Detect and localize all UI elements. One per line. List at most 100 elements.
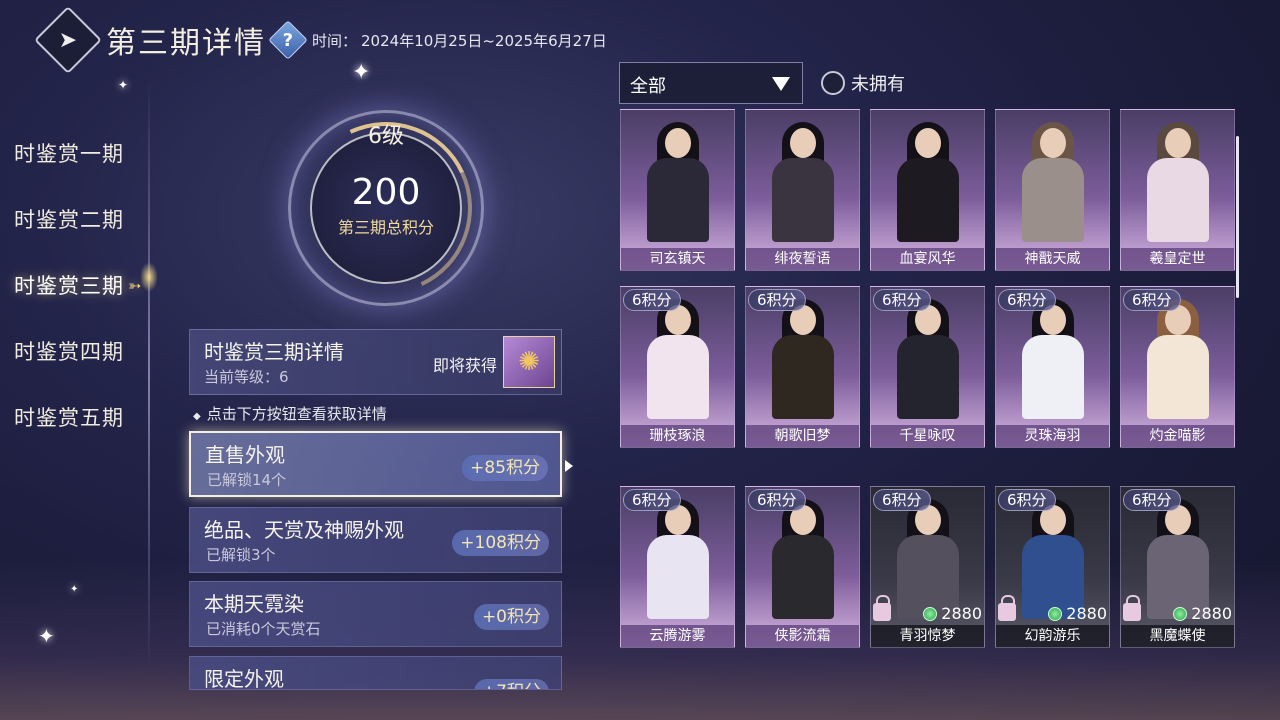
- jade-coin-icon: [923, 606, 938, 621]
- score-value: 200: [351, 172, 421, 213]
- points-badge: 6积分: [873, 489, 931, 511]
- period-detail-card[interactable]: 时鉴赏三期详情 当前等级：6 即将获得 ✺: [189, 329, 562, 395]
- outfit-name: 珊枝琢浪: [621, 425, 734, 447]
- outfit-name: 羲皇定世: [1121, 248, 1234, 270]
- character-portrait: [1016, 299, 1091, 419]
- sidebar-item-period-1[interactable]: 时鉴赏一期: [14, 120, 154, 186]
- outfit-name: 绯夜誓语: [746, 248, 859, 270]
- category-direct-sale[interactable]: 直售外观 已解锁14个 +85积分: [189, 431, 562, 497]
- jade-coin-icon: [1173, 606, 1188, 621]
- category-title: 本期天霓染: [204, 592, 304, 616]
- character-portrait: [1141, 122, 1216, 242]
- header: ➤ 第三期详情 ? 时间： 2024年10月25日~2025年6月27日: [34, 6, 607, 74]
- outfit-card[interactable]: 血宴风华: [870, 109, 985, 271]
- category-sub: 已消耗0个天赏石: [206, 620, 321, 638]
- points-badge: 6积分: [998, 289, 1056, 311]
- outfit-card[interactable]: 司玄镇天: [620, 109, 735, 271]
- outfit-name: 朝歌旧梦: [746, 425, 859, 447]
- outfit-card[interactable]: 6积分 灼金喵影: [1120, 286, 1235, 448]
- active-marker-icon: ➳: [128, 275, 143, 295]
- outfit-card[interactable]: 6积分 2880 黑魔蝶使: [1120, 486, 1235, 648]
- character-portrait: [1141, 299, 1216, 419]
- level-text: 6级: [368, 124, 404, 149]
- diamond-bullet-icon: ◆: [193, 411, 201, 422]
- radio-button[interactable]: [821, 71, 845, 95]
- outfit-name: 幻韵游乐: [996, 625, 1109, 647]
- outfit-card[interactable]: 羲皇定世: [1120, 109, 1235, 271]
- lock-icon: [998, 595, 1016, 621]
- outfit-name: 司玄镇天: [621, 248, 734, 270]
- outfit-card[interactable]: 6积分 2880 青羽惊梦: [870, 486, 985, 648]
- sidebar-item-period-3[interactable]: 时鉴赏三期 ➳: [14, 252, 154, 318]
- outfit-card[interactable]: 6积分 珊枝琢浪: [620, 286, 735, 448]
- back-button[interactable]: ➤: [34, 6, 102, 74]
- grid-scrollbar[interactable]: [1236, 136, 1239, 298]
- character-portrait: [1016, 122, 1091, 242]
- category-points: +85积分: [462, 455, 548, 481]
- outfit-name: 云腾游雾: [621, 625, 734, 647]
- category-premium[interactable]: 绝品、天赏及神赐外观 已解锁3个 +108积分: [189, 507, 562, 573]
- points-badge: 6积分: [873, 289, 931, 311]
- filter-value: 全部: [630, 76, 666, 97]
- sidebar-item-period-2[interactable]: 时鉴赏二期: [14, 186, 154, 252]
- unowned-toggle[interactable]: 未拥有: [821, 70, 905, 96]
- character-portrait: [766, 299, 841, 419]
- category-points: +0积分: [473, 604, 549, 630]
- character-portrait: [766, 122, 841, 242]
- outfit-card[interactable]: 绯夜誓语: [745, 109, 860, 271]
- category-limited[interactable]: 限定外观 +7积分: [189, 656, 562, 690]
- page-title: 第三期详情: [106, 26, 266, 61]
- outfit-grid: 司玄镇天 绯夜誓语 血宴风华 神戬天威 羲皇定世 6积分 珊枝琢浪 6积分 朝歌…: [619, 108, 1237, 690]
- category-points: +7积分: [473, 679, 549, 689]
- outfit-card[interactable]: 6积分 云腾游雾: [620, 486, 735, 648]
- character-portrait: [891, 122, 966, 242]
- soon-label: 即将获得: [432, 356, 497, 375]
- points-badge: 6积分: [1123, 289, 1181, 311]
- character-portrait: [1141, 499, 1216, 619]
- detail-title: 时鉴赏三期详情: [204, 340, 344, 364]
- filter-dropdown[interactable]: 全部: [619, 62, 803, 104]
- outfit-card[interactable]: 6积分 千星咏叹: [870, 286, 985, 448]
- reward-thumbnail[interactable]: ✺: [503, 336, 555, 388]
- sidebar-item-period-5[interactable]: 时鉴赏五期: [14, 384, 154, 450]
- lock-icon: [873, 595, 891, 621]
- hint-text: ◆ 点击下方按钮查看获取详情: [193, 405, 387, 423]
- outfit-name: 侠影流霜: [746, 625, 859, 647]
- outfit-name: 黑魔蝶使: [1121, 625, 1234, 647]
- help-icon[interactable]: ?: [268, 20, 308, 60]
- sparkle-icon: ✦: [38, 624, 55, 648]
- outfit-card[interactable]: 6积分 灵珠海羽: [995, 286, 1110, 448]
- character-portrait: [766, 499, 841, 619]
- detail-level: 当前等级：6: [204, 368, 289, 386]
- outfit-card[interactable]: 神戬天威: [995, 109, 1110, 271]
- price-tag: 2880: [1173, 604, 1232, 623]
- sparkle-icon: ✦: [70, 584, 79, 595]
- points-badge: 6积分: [623, 489, 681, 511]
- back-arrow-icon: ➤: [58, 27, 78, 53]
- outfit-name: 血宴风华: [871, 248, 984, 270]
- outfit-card[interactable]: 6积分 侠影流霜: [745, 486, 860, 648]
- points-badge: 6积分: [748, 289, 806, 311]
- outfit-card[interactable]: 6积分 朝歌旧梦: [745, 286, 860, 448]
- sidebar-item-period-4[interactable]: 时鉴赏四期: [14, 318, 154, 384]
- time-value: 2024年10月25日~2025年6月27日: [361, 31, 607, 50]
- category-dye[interactable]: 本期天霓染 已消耗0个天赏石 +0积分: [189, 581, 562, 647]
- outfit-card[interactable]: 6积分 2880 幻韵游乐: [995, 486, 1110, 648]
- character-portrait: [641, 122, 716, 242]
- sparkle-icon: ✦: [118, 78, 129, 92]
- outfit-name: 千星咏叹: [871, 425, 984, 447]
- character-portrait: [891, 299, 966, 419]
- points-badge: 6积分: [998, 489, 1056, 511]
- category-title: 直售外观: [205, 443, 285, 467]
- chevron-down-icon: [772, 77, 790, 91]
- character-portrait: [891, 499, 966, 619]
- score-dial: 6级 200 第三期总积分: [275, 97, 497, 319]
- selected-arrow-icon: [565, 460, 573, 472]
- points-badge: 6积分: [748, 489, 806, 511]
- outfit-name: 青羽惊梦: [871, 625, 984, 647]
- points-badge: 6积分: [623, 289, 681, 311]
- outfit-name: 灼金喵影: [1121, 425, 1234, 447]
- category-sub: 已解锁3个: [206, 546, 276, 564]
- sidebar: 时鉴赏一期 时鉴赏二期 时鉴赏三期 ➳ 时鉴赏四期 时鉴赏五期: [14, 120, 154, 450]
- character-portrait: [641, 299, 716, 419]
